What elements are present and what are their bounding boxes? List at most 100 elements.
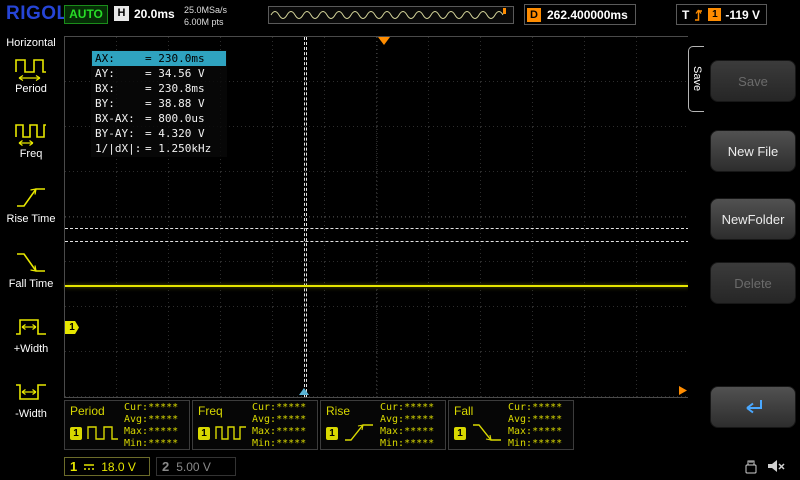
menu-tab-save[interactable]: Save [688,46,704,112]
cursor-label: AX: [95,51,145,66]
return-arrow-icon [739,397,767,417]
memory-depth: 6.00M pts [184,16,227,28]
sidebar-item-fall-time[interactable]: Fall Time [0,244,62,309]
measurement-min: Min:***** [124,438,178,450]
top-status-bar: RIGOL AUTO H 20.0ms 25.0MSa/s 6.00M pts … [0,0,800,32]
freq-waveform-icon [214,421,248,445]
delay-label-badge: D [527,8,541,22]
save-button-label: Save [738,74,768,89]
fall-edge-icon [470,421,504,445]
new-file-button[interactable]: New File [710,130,796,172]
waveform-display: 1 AX: = 230.0ms AY: = 34.56 V BX: = 230.… [64,36,690,398]
cursor-value: = 1.250kHz [145,141,211,156]
trigger-label: T [682,8,689,22]
measurement-avg: Avg:***** [380,414,434,426]
channel1-trace[interactable] [65,285,689,287]
delete-button[interactable]: Delete [710,262,796,304]
sidebar-item-label: Period [0,83,62,95]
cursor-by-line[interactable] [65,241,689,242]
delay-readout-group: D 262.400000ms [524,4,636,25]
trigger-level-value: -119 V [725,8,760,22]
cursor-row-ay: AY: = 34.56 V [92,66,226,81]
measurement-channel-badge: 1 [454,427,466,440]
measurement-box-period[interactable]: Period 1 Cur:***** Avg:***** Max:***** M… [64,400,190,450]
cursor-value: = 800.0us [145,111,205,126]
cursor-value: = 34.56 V [145,66,205,81]
horizontal-scale-group: H 20.0ms [114,5,175,22]
period-waveform-icon [86,421,120,445]
cursor-row-by: BY: = 38.88 V [92,96,226,111]
period-icon [13,52,49,82]
rising-edge-icon [693,8,704,22]
measurement-cur: Cur:***** [124,402,178,414]
preview-wave-icon [269,7,511,21]
beeper-muted-icon [766,458,788,475]
freq-icon [13,117,49,147]
cursor-label: BY-AY: [95,126,145,141]
measurement-channel-badge: 1 [70,427,82,440]
measurement-cur: Cur:***** [252,402,306,414]
fall-time-icon [13,247,49,277]
sidebar-item-freq[interactable]: Freq [0,114,62,179]
measurement-values: Cur:***** Avg:***** Max:***** Min:***** [252,402,306,450]
acquisition-info: 25.0MSa/s 6.00M pts [184,4,227,28]
save-button[interactable]: Save [710,60,796,102]
soft-menu: Save Save New File NewFolder Delete [688,32,800,453]
sidebar-item-label: Fall Time [0,278,62,290]
dc-coupling-icon [82,462,96,472]
cursor-label: BY: [95,96,145,111]
delete-button-label: Delete [734,276,772,291]
cursor-readout-panel: AX: = 230.0ms AY: = 34.56 V BX: = 230.8m… [91,50,227,157]
measurement-box-freq[interactable]: Freq 1 Cur:***** Avg:***** Max:***** Min… [192,400,318,450]
cursor-row-inv-dx: 1/|dX|: = 1.250kHz [92,141,226,156]
sidebar-item-label: -Width [0,408,62,420]
cursor-label: BX: [95,81,145,96]
cursor-label: 1/|dX|: [95,141,145,156]
cursor-row-by-ay: BY-AY: = 4.320 V [92,126,226,141]
sidebar-item-rise-time[interactable]: Rise Time [0,179,62,244]
trigger-position-marker[interactable] [378,37,390,45]
cursor-value: = 4.320 V [145,126,205,141]
cursor-value: = 230.8ms [145,81,205,96]
channel1-status[interactable]: 1 18.0 V [64,457,150,476]
cursor-ax-line[interactable] [304,37,305,397]
sidebar-item-label: Freq [0,148,62,160]
measurement-box-fall[interactable]: Fall 1 Cur:***** Avg:***** Max:***** Min… [448,400,574,450]
sidebar-item-plus-width[interactable]: +Width [0,309,62,374]
new-file-button-label: New File [728,144,779,159]
new-folder-button-label: NewFolder [722,212,785,227]
cursor-row-ax: AX: = 230.0ms [92,51,226,66]
measurement-avg: Avg:***** [508,414,562,426]
measurement-row: Period 1 Cur:***** Avg:***** Max:***** M… [64,400,574,450]
measurement-name: Freq [198,404,223,418]
sample-rate: 25.0MSa/s [184,4,227,16]
measurement-cur: Cur:***** [508,402,562,414]
measurement-values: Cur:***** Avg:***** Max:***** Min:***** [380,402,434,450]
measurement-name: Period [70,404,105,418]
plus-width-icon [13,312,49,342]
channel2-number: 2 [162,459,169,474]
h-label-badge: H [114,6,129,21]
h-scale-value: 20.0ms [134,7,175,21]
measure-sidebar: Horizontal Period Freq Rise Time [0,32,62,455]
rise-edge-icon [342,421,376,445]
waveform-preview-strip[interactable] [268,6,514,24]
minus-width-icon [13,377,49,407]
cursor-bx-line[interactable] [306,37,307,397]
trigger-source-badge: 1 [708,8,721,21]
measurement-cur: Cur:***** [380,402,434,414]
delay-value: 262.400000ms [547,8,628,22]
measurement-avg: Avg:***** [252,414,306,426]
sidebar-item-period[interactable]: Period [0,49,62,114]
measurement-box-rise[interactable]: Rise 1 Cur:***** Avg:***** Max:***** Min… [320,400,446,450]
rise-time-icon [13,182,49,212]
measurement-max: Max:***** [380,426,434,438]
channel2-status[interactable]: 2 5.00 V [156,457,236,476]
new-folder-button[interactable]: NewFolder [710,198,796,240]
sidebar-item-minus-width[interactable]: -Width [0,374,62,439]
back-button[interactable] [710,386,796,428]
cursor-label: AY: [95,66,145,81]
cursor-ay-line[interactable] [65,228,689,229]
oscilloscope-screen: RIGOL AUTO H 20.0ms 25.0MSa/s 6.00M pts … [0,0,800,480]
measurement-min: Min:***** [508,438,562,450]
